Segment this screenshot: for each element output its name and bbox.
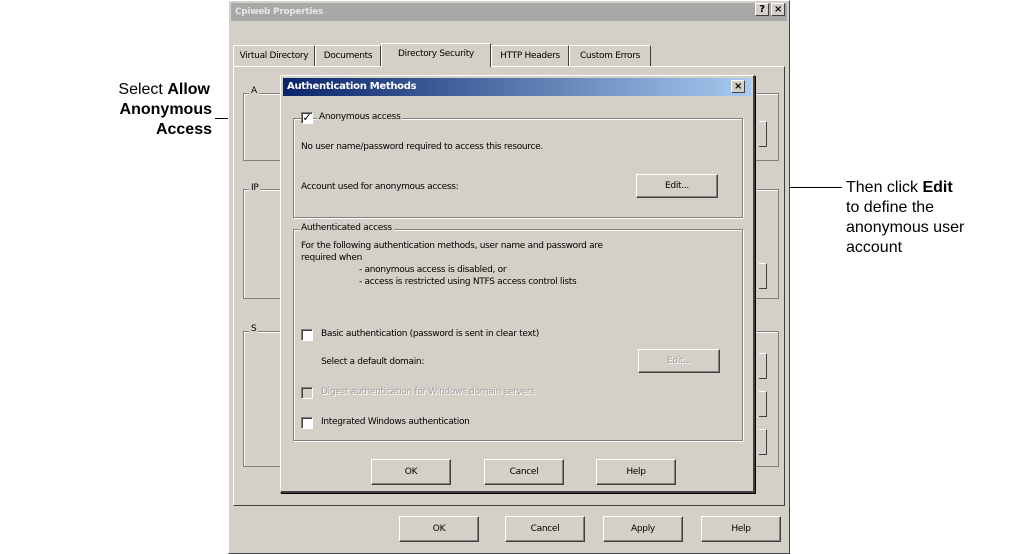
tab-custom-errors[interactable]: Custom Errors <box>569 45 651 67</box>
background-button-edge <box>759 353 767 379</box>
tab-directory-security[interactable]: Directory Security <box>381 43 491 67</box>
domain-edit-button[interactable]: Edit... <box>638 349 720 373</box>
background-button-edge <box>759 121 767 147</box>
authenticated-desc-line1: For the following authentication methods… <box>301 241 603 251</box>
dialog-title-bar: Authentication Methods <box>283 78 751 96</box>
properties-ok-button[interactable]: OK <box>399 516 479 542</box>
default-domain-label: Select a default domain: <box>321 357 425 367</box>
authenticated-bullet-1: - anonymous access is disabled, or <box>359 265 507 275</box>
basic-auth-checkbox[interactable] <box>301 329 313 341</box>
right-callout-line3: anonymous user <box>846 219 965 236</box>
properties-cancel-button[interactable]: Cancel <box>505 516 585 542</box>
anonymous-access-checkbox[interactable]: ✓ <box>301 112 313 124</box>
left-callout-line2: Anonymous Access <box>119 101 212 138</box>
anonymous-edit-button[interactable]: Edit... <box>636 174 718 198</box>
anonymous-access-group <box>293 118 743 218</box>
right-callout: Then click Edit to define the anonymous … <box>846 178 1016 258</box>
tab-http-headers[interactable]: HTTP Headers <box>491 45 569 67</box>
integrated-windows-label: Integrated Windows authentication <box>321 417 470 427</box>
integrated-windows-checkbox[interactable] <box>301 417 313 429</box>
dialog-ok-button[interactable]: OK <box>371 459 451 485</box>
right-callout-line2: to define the <box>846 199 935 216</box>
left-callout: Select Allow Anonymous Access <box>60 80 212 140</box>
authenticated-desc-line2: required when <box>301 253 362 263</box>
background-button-edge <box>759 391 767 417</box>
basic-auth-label: Basic authentication (password is sent i… <box>321 329 539 339</box>
properties-help-button[interactable]: Help <box>701 516 781 542</box>
authentication-methods-dialog: Authentication Methods × ✓ Anonymous acc… <box>280 75 755 493</box>
tab-documents[interactable]: Documents <box>315 45 381 67</box>
dialog-cancel-button[interactable]: Cancel <box>484 459 564 485</box>
left-callout-line1: Select Allow <box>118 81 210 98</box>
background-button-edge <box>759 263 767 289</box>
background-group-label-ip: IP <box>249 183 261 193</box>
authenticated-bullet-2: - access is restricted using NTFS access… <box>359 277 577 287</box>
digest-auth-label: Digest authentication for Windows domain… <box>321 387 535 397</box>
anonymous-access-label: Anonymous access <box>317 112 403 122</box>
background-button-edge <box>759 429 767 455</box>
properties-window-title: Cpiweb Properties <box>235 7 324 17</box>
anonymous-account-label: Account used for anonymous access: <box>301 182 459 192</box>
right-callout-line1: Then click Edit <box>846 179 953 196</box>
digest-auth-checkbox[interactable] <box>301 387 313 399</box>
dialog-close-button[interactable]: × <box>731 80 745 93</box>
properties-title-bar: Cpiweb Properties <box>231 3 787 21</box>
dialog-title: Authentication Methods <box>287 81 417 92</box>
right-callout-line4: account <box>846 239 903 256</box>
close-title-button[interactable]: × <box>771 3 785 16</box>
help-title-button[interactable]: ? <box>755 3 769 16</box>
background-group-label-s: S <box>249 324 259 334</box>
properties-apply-button[interactable]: Apply <box>603 516 683 542</box>
tab-virtual-directory[interactable]: Virtual Directory <box>233 45 315 67</box>
background-group-label-a: A <box>249 86 259 96</box>
dialog-help-button[interactable]: Help <box>596 459 676 485</box>
anonymous-description: No user name/password required to access… <box>301 142 543 152</box>
authenticated-access-label: Authenticated access <box>299 223 394 233</box>
